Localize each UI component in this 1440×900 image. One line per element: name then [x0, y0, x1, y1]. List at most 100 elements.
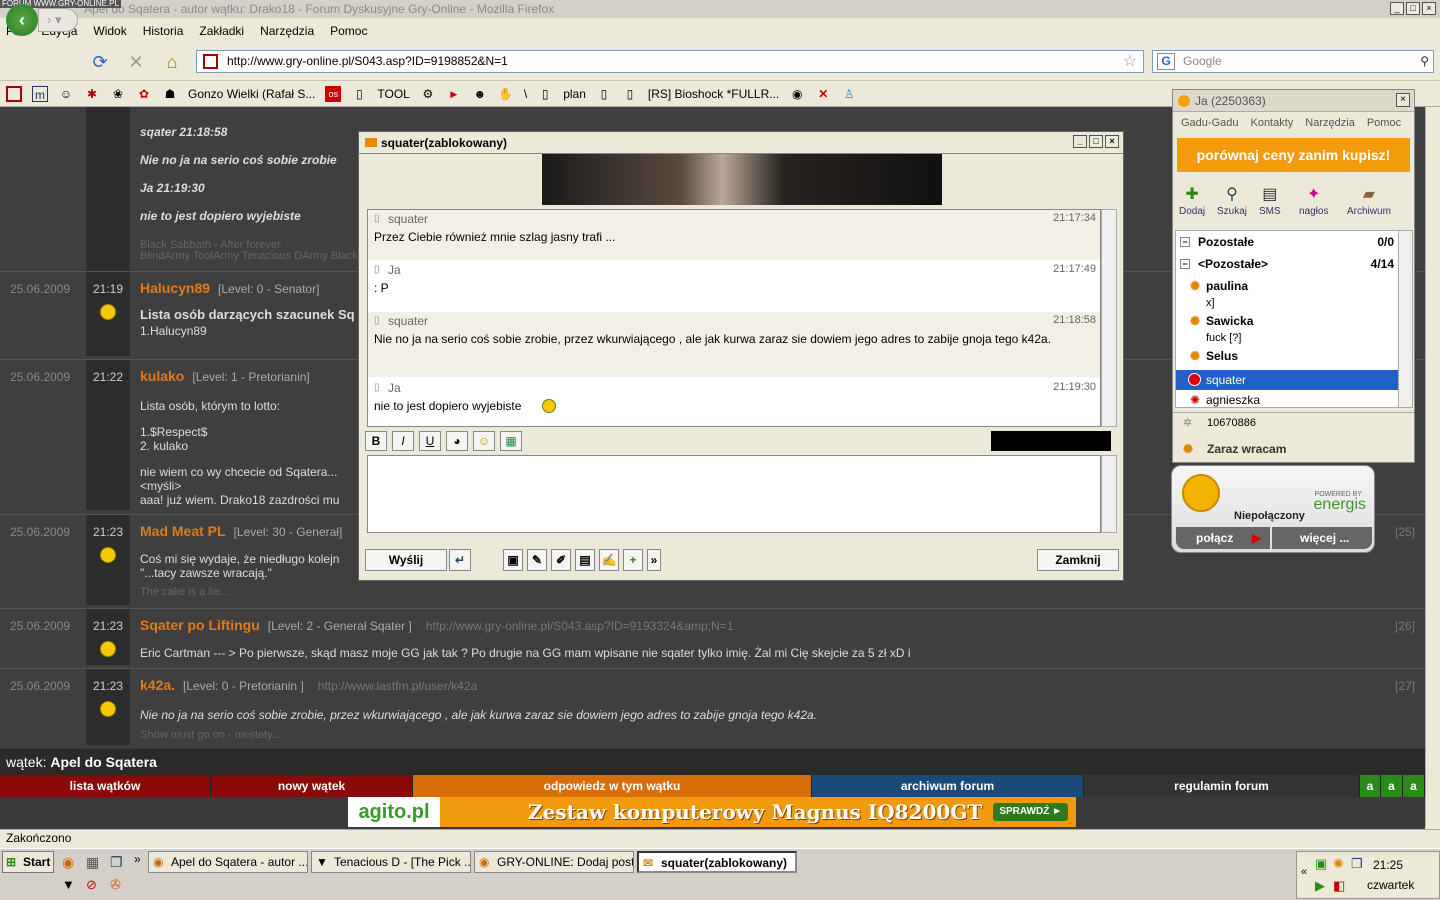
gg-close-button[interactable]: ×: [1396, 93, 1410, 107]
gg-add-tool[interactable]: ✚ Dodaj: [1179, 184, 1205, 217]
tray-icon[interactable]: ▣: [1315, 856, 1327, 872]
message-scrollbar[interactable]: [1101, 209, 1117, 427]
tray-gg-icon[interactable]: ✺: [1333, 856, 1344, 872]
menu-zakladki[interactable]: Zakładki: [199, 24, 244, 38]
emoticon-icon[interactable]: ☺: [473, 431, 495, 451]
menu-narzedzia[interactable]: Narzędzia: [260, 24, 314, 38]
avatar-bookmark-icon[interactable]: ☺: [58, 86, 74, 102]
input-scrollbar[interactable]: [1101, 455, 1117, 533]
post-author[interactable]: Sqater po Liftingu [Level: 2 - Generał Sq…: [140, 617, 733, 633]
reload-icon[interactable]: ⟳: [88, 51, 112, 73]
close-button[interactable]: ×: [1422, 2, 1436, 15]
chat-maximize-button[interactable]: □: [1089, 135, 1103, 148]
eye-bookmark-icon[interactable]: ◉: [789, 86, 805, 102]
calc-quicklaunch-icon[interactable]: ▦: [86, 854, 99, 871]
more-quicklaunch-icon[interactable]: »: [134, 852, 141, 866]
chat-minimize-button[interactable]: _: [1073, 135, 1087, 148]
gg-group[interactable]: − <Pozostałe> 4/14: [1176, 257, 1398, 275]
x-bookmark-icon[interactable]: ✕: [815, 86, 831, 102]
task-firefox[interactable]: ◉ Apel do Sqatera - autor ...: [148, 851, 308, 873]
gg-menu-contacts[interactable]: Kontakty: [1250, 112, 1293, 134]
page-scrollbar[interactable]: [1425, 107, 1440, 827]
gg-naglos-tool[interactable]: ✦ nagłos: [1299, 184, 1328, 217]
tray-volume-icon[interactable]: ◧: [1333, 878, 1345, 894]
figure-bookmark-icon[interactable]: ♙: [841, 86, 857, 102]
tool-icon[interactable]: ▣: [503, 549, 523, 571]
gg-titlebar[interactable]: Ja (2250363) ×: [1173, 90, 1414, 112]
stop-icon[interactable]: ✕: [124, 51, 148, 73]
underline-button[interactable]: U: [419, 431, 441, 451]
bookmark-backslash[interactable]: \: [524, 87, 527, 101]
firefox-quicklaunch-icon[interactable]: ◉: [62, 854, 74, 871]
menu-widok[interactable]: Widok: [93, 24, 126, 38]
gg-contact[interactable]: ✺ paulina: [1176, 279, 1398, 297]
gg-contact[interactable]: ✺ Selus: [1176, 349, 1398, 367]
pig-bookmark-icon[interactable]: ❀: [110, 86, 126, 102]
winamp-quicklaunch-icon[interactable]: ▼: [62, 877, 75, 892]
red-bookmark-icon[interactable]: ✱: [84, 86, 100, 102]
more-icon[interactable]: »: [647, 549, 661, 571]
gg-sms-tool[interactable]: ▤ SMS: [1259, 184, 1281, 217]
post-author[interactable]: Mad Meat PL [Level: 30 - Generał]: [140, 523, 342, 539]
more-button[interactable]: więcej ...: [1272, 527, 1372, 549]
author-name[interactable]: kulako: [140, 368, 184, 384]
maximize-button[interactable]: □: [1406, 2, 1420, 15]
gryonline-bookmark-icon[interactable]: [6, 85, 22, 102]
url-bar[interactable]: http://www.gry-online.pl/S043.asp?ID=919…: [196, 50, 1144, 73]
nav-thread-list[interactable]: lista wątków: [0, 775, 211, 797]
tray-play-icon[interactable]: ▶: [1315, 878, 1325, 894]
gg-menu-help[interactable]: Pomoc: [1367, 112, 1401, 134]
collapse-icon[interactable]: −: [1180, 237, 1190, 247]
search-icon[interactable]: ⚲: [1420, 51, 1429, 72]
bookmark-tool[interactable]: TOOL: [377, 87, 409, 101]
chat-titlebar[interactable]: squater(zablokowany) _ □ ×: [359, 132, 1123, 154]
italic-button[interactable]: I: [392, 431, 414, 451]
gg-list-scrollbar[interactable]: [1398, 231, 1412, 407]
gg-contact[interactable]: ✺ agnieszka: [1176, 393, 1398, 407]
gg-search-tool[interactable]: ⚲ Szukaj: [1217, 184, 1247, 217]
add-icon[interactable]: +: [623, 549, 643, 571]
menu-pomoc[interactable]: Pomoc: [330, 24, 367, 38]
tray-clock[interactable]: 21:25: [1373, 858, 1403, 872]
bookmark-bioshock[interactable]: [RS] Bioshock *FULLR...: [648, 87, 779, 101]
task-gryonline[interactable]: ◉ GRY-ONLINE: Dodaj post...: [474, 851, 634, 873]
home-icon[interactable]: ⌂: [160, 51, 184, 73]
google-icon[interactable]: G: [1157, 53, 1175, 70]
author-name[interactable]: k42a.: [140, 677, 175, 693]
start-button[interactable]: ⊞ Start: [2, 851, 54, 873]
post-author[interactable]: kulako [Level: 1 - Pretorianin]: [140, 368, 310, 384]
image-icon[interactable]: ▦: [500, 431, 522, 451]
nav-reply[interactable]: odpowiedz w tym wątku: [413, 775, 812, 797]
chat-close-button[interactable]: ×: [1105, 135, 1119, 148]
author-link[interactable]: http://www.gry-online.pl/S043.asp?ID=919…: [426, 619, 734, 633]
gg-menu-tools[interactable]: Narzędzia: [1305, 112, 1355, 134]
author-link[interactable]: http://www.lastfm.pl/user/k42a: [318, 679, 477, 693]
post-author[interactable]: Halucyn89 [Level: 0 - Senator]: [140, 280, 319, 296]
gg-contact[interactable]: ✺ Sawicka: [1176, 314, 1398, 332]
post-number[interactable]: [27]: [1395, 679, 1415, 693]
task-chat[interactable]: ✉ squater(zablokowany): [637, 851, 797, 873]
author-name[interactable]: Mad Meat PL: [140, 523, 226, 539]
bookmark-gonzo[interactable]: Gonzo Wielki (Rafał S...: [188, 87, 315, 101]
close-chat-button[interactable]: Zamknij: [1037, 549, 1119, 571]
search-input[interactable]: G Google ⚲: [1152, 50, 1434, 73]
post-number[interactable]: [25]: [1395, 525, 1415, 539]
hand-bookmark-icon[interactable]: ✋: [498, 86, 514, 102]
task-tenacious[interactable]: ▼ Tenacious D - [The Pick ...: [311, 851, 471, 873]
color-icon[interactable]: ◕: [446, 431, 468, 451]
menu-historia[interactable]: Historia: [143, 24, 184, 38]
tool-icon[interactable]: ✍: [599, 549, 619, 571]
ad-banner[interactable]: agito.pl Zestaw komputerowy Magnus IQ820…: [348, 797, 1076, 827]
gg-archive-tool[interactable]: ▰ Archiwum: [1347, 184, 1391, 217]
post-author[interactable]: k42a. [Level: 0 - Pretorianin ] http://www…: [140, 677, 477, 693]
window-quicklaunch-icon[interactable]: ❐: [110, 854, 123, 871]
flower-bookmark-icon[interactable]: ✿: [136, 86, 152, 102]
connect-button[interactable]: połącz ▶: [1176, 527, 1270, 549]
face-bookmark-icon[interactable]: ☻: [472, 86, 488, 102]
os-bookmark-icon[interactable]: os: [325, 85, 342, 102]
send-button[interactable]: Wyślij: [365, 549, 447, 571]
back-button[interactable]: ‹: [6, 4, 38, 36]
tray-network-icon[interactable]: ❐: [1351, 856, 1363, 872]
font-size-button[interactable]: a: [1360, 775, 1381, 797]
font-size-button[interactable]: a: [1381, 775, 1403, 797]
